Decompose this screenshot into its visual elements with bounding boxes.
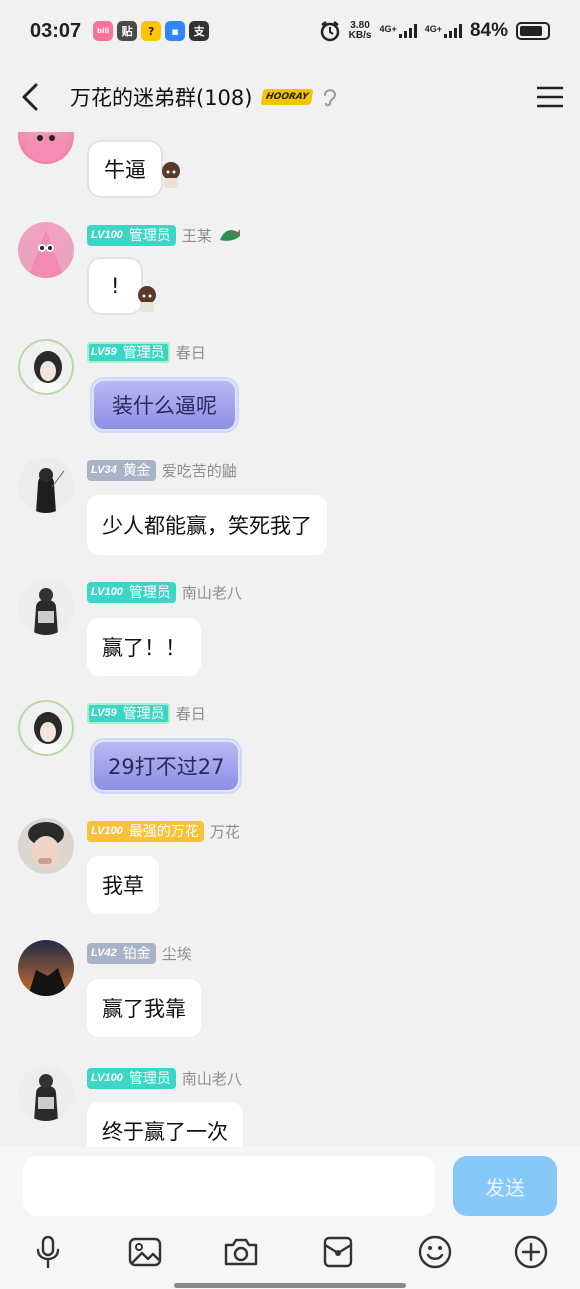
toolbar — [0, 1232, 580, 1272]
plus-icon — [514, 1235, 548, 1269]
message-item: LV100 管理员 南山老八 终于赢了一次 — [0, 1065, 580, 1147]
message-bubble[interactable]: 少人都能赢，笑死我了 — [87, 495, 327, 555]
alarm-icon — [320, 21, 339, 42]
chibi-charm-icon — [138, 286, 156, 312]
level-badge: LV34 黄金 — [87, 459, 156, 481]
sender-info: LV34 黄金 爱吃苦的鼬 — [87, 459, 237, 481]
message-list[interactable]: 牛逼 LV100 管理员 王某 ! LV59 管理员 春日 装什么逼呢 LV34… — [0, 132, 580, 1147]
battery-percent: 84% — [469, 20, 508, 41]
avatar[interactable] — [18, 579, 74, 635]
battery-icon — [516, 22, 550, 40]
message-bubble[interactable]: 29打不过27 — [92, 740, 241, 792]
chevron-left-icon — [22, 83, 38, 111]
message-item: LV100 管理员 南山老八 赢了！！ — [0, 579, 580, 689]
level-badge: LV42 铂金 — [87, 942, 156, 964]
signal-2: 4G+ — [425, 24, 462, 38]
image-icon — [128, 1237, 162, 1267]
sender-name[interactable]: 王某 — [182, 225, 212, 246]
voice-button[interactable] — [28, 1232, 68, 1272]
level-badge: LV100 管理员 — [87, 1067, 176, 1089]
sender-info: LV100 管理员 南山老八 — [87, 1067, 242, 1089]
ear-icon[interactable] — [321, 86, 339, 108]
camera-icon — [224, 1238, 258, 1266]
status-time: 03:07 — [30, 19, 82, 42]
dragon-icon — [219, 229, 240, 241]
bilibili-icon: bili — [93, 21, 114, 41]
app-icon: ▪ — [165, 21, 186, 41]
message-bubble[interactable]: 终于赢了一次 — [87, 1102, 243, 1147]
avatar[interactable] — [18, 818, 74, 874]
microphone-icon — [36, 1236, 60, 1268]
message-item: LV100 管理员 王某 ! — [0, 222, 580, 332]
emoji-icon — [418, 1235, 452, 1269]
message-item: LV59 管理员 春日 装什么逼呢 — [0, 339, 580, 449]
avatar[interactable] — [18, 940, 74, 996]
image-button[interactable] — [125, 1232, 165, 1272]
chat-header: 万花的迷弟群(108) HOORAY — [0, 62, 580, 132]
sender-info: LV100 最强的万花 万花 — [87, 820, 240, 842]
red-packet-button[interactable] — [318, 1232, 358, 1272]
signal-1: 4G+ — [379, 24, 417, 38]
avatar[interactable] — [18, 132, 74, 164]
chibi-charm-icon — [162, 162, 180, 188]
sender-info: LV42 铂金 尘埃 — [87, 942, 192, 964]
sender-name[interactable]: 万花 — [210, 821, 240, 842]
message-bubble[interactable]: 装什么逼呢 — [92, 379, 237, 431]
level-badge: LV100 最强的万花 — [87, 820, 204, 842]
message-bubble[interactable]: 牛逼 — [87, 140, 163, 198]
sender-name[interactable]: 春日 — [176, 342, 206, 363]
red-packet-icon — [323, 1236, 353, 1268]
status-bar: 03:07 bili 贴 ? ▪ 支 3.80 KB/s 4G+ 4G+ 84% — [0, 0, 580, 62]
avatar[interactable] — [18, 700, 74, 756]
message-item: LV34 黄金 爱吃苦的鼬 少人都能赢，笑死我了 — [0, 457, 580, 567]
back-button[interactable] — [0, 62, 60, 132]
sender-name[interactable]: 尘埃 — [162, 943, 192, 964]
home-indicator[interactable] — [174, 1283, 406, 1288]
sender-name[interactable]: 南山老八 — [182, 1068, 242, 1089]
sender-info: LV100 管理员 王某 — [87, 224, 242, 246]
level-badge: LV100 管理员 — [87, 581, 176, 603]
hooray-badge: HOORAY — [261, 89, 315, 105]
menu-button[interactable] — [520, 62, 580, 132]
send-button[interactable]: 发送 — [453, 1156, 557, 1216]
message-bubble[interactable]: 我草 — [87, 856, 159, 914]
message-bubble[interactable]: 赢了我靠 — [87, 979, 201, 1037]
composer: 发送 — [0, 1147, 580, 1289]
message-item: LV59 管理员 春日 29打不过27 — [0, 700, 580, 810]
level-badge: LV59 管理员 — [87, 341, 170, 363]
level-badge: LV59 管理员 — [87, 702, 170, 724]
sender-info: LV59 管理员 春日 — [87, 702, 206, 724]
menu-icon — [537, 86, 563, 108]
group-title[interactable]: 万花的迷弟群(108) — [70, 82, 252, 112]
camera-button[interactable] — [221, 1232, 261, 1272]
message-item: 牛逼 — [0, 132, 580, 202]
message-bubble[interactable]: 赢了！！ — [87, 618, 201, 676]
message-item: LV100 最强的万花 万花 我草 — [0, 818, 580, 928]
emoji-button[interactable] — [415, 1232, 455, 1272]
sender-info: LV59 管理员 春日 — [87, 341, 206, 363]
sender-name[interactable]: 春日 — [176, 703, 206, 724]
avatar[interactable] — [18, 222, 74, 278]
sender-name[interactable]: 爱吃苦的鼬 — [162, 460, 237, 481]
more-button[interactable] — [511, 1232, 551, 1272]
level-badge: LV100 管理员 — [87, 224, 176, 246]
sender-name[interactable]: 南山老八 — [182, 582, 242, 603]
avatar[interactable] — [18, 339, 74, 395]
tieba-icon: 贴 — [117, 21, 138, 41]
avatar[interactable] — [18, 457, 74, 513]
message-item: LV42 铂金 尘埃 赢了我靠 — [0, 940, 580, 1050]
message-input[interactable] — [23, 1156, 435, 1216]
alipay-icon: 支 — [189, 21, 210, 41]
avatar[interactable] — [18, 1065, 74, 1121]
sender-info: LV100 管理员 南山老八 — [87, 581, 242, 603]
meituan-icon: ? — [141, 21, 162, 41]
network-speed: 3.80 KB/s — [348, 20, 372, 41]
